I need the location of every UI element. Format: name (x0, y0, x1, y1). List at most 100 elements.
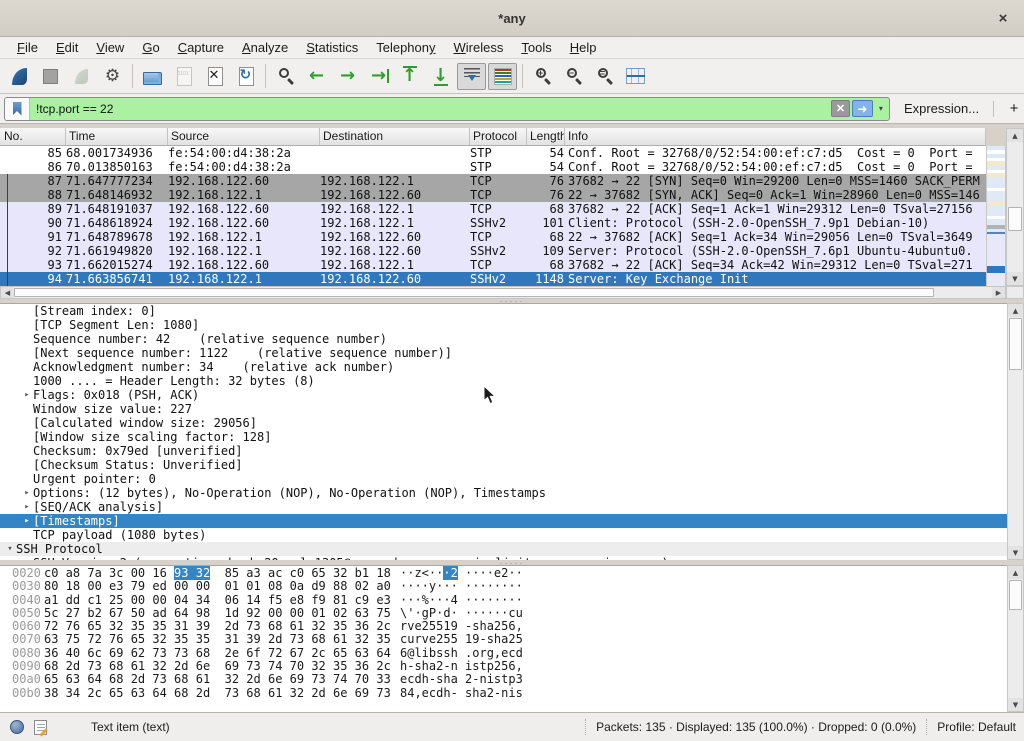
hex-row-0090[interactable]: 009068 2d 73 68 61 32 2d 6e 69 73 74 70 … (0, 660, 1007, 673)
title-bar[interactable]: *any × (0, 0, 1024, 37)
packet-row-86[interactable]: 8670.013850163fe:54:00:d4:38:2aSTP54Conf… (0, 160, 986, 174)
expand-right-icon[interactable]: ▸ (21, 500, 33, 514)
detail-line[interactable]: [Window size scaling factor: 128] (0, 430, 1007, 444)
scroll-down-icon[interactable]: ▼ (1008, 698, 1023, 711)
menu-go[interactable]: Go (133, 38, 168, 57)
first-packet-button[interactable]: ↑ (395, 63, 424, 90)
hex-row-0030[interactable]: 003080 18 00 e3 79 ed 00 00 01 01 08 0a … (0, 580, 1007, 593)
packet-list-vscrollbar[interactable]: ▲ ▼ (1006, 128, 1024, 286)
bytes-vscrollbar[interactable]: ▲ ▼ (1007, 565, 1024, 712)
scroll-down-icon[interactable]: ▼ (1007, 272, 1023, 285)
scroll-up-icon[interactable]: ▲ (1007, 129, 1023, 142)
hex-row-0020[interactable]: 0020c0 a8 7a 3c 00 16 93 32 85 a3 ac c0 … (0, 567, 1007, 580)
last-packet-button[interactable]: ↓ (426, 63, 455, 90)
menu-edit[interactable]: Edit (47, 38, 87, 57)
hex-row-00a0[interactable]: 00a065 63 64 68 2d 73 68 61 32 2d 6e 69 … (0, 673, 1007, 686)
hex-row-00b0[interactable]: 00b038 34 2c 65 63 64 68 2d 73 68 61 32 … (0, 687, 1007, 700)
find-packet-button[interactable] (271, 63, 300, 90)
hex-row-0040[interactable]: 0040a1 dd c1 25 00 00 04 34 06 14 f5 e8 … (0, 594, 1007, 607)
scroll-left-icon[interactable]: ◀ (1, 287, 14, 298)
save-file-button[interactable] (169, 63, 198, 90)
zoom-out-button[interactable]: − (559, 63, 588, 90)
menu-wireless[interactable]: Wireless (445, 38, 513, 57)
open-file-button[interactable] (138, 63, 167, 90)
menu-statistics[interactable]: Statistics (297, 38, 367, 57)
packet-row-94[interactable]: 9471.663856741192.168.122.1192.168.122.6… (0, 272, 986, 286)
close-icon[interactable]: × (994, 9, 1012, 27)
zoom-in-button[interactable]: + (528, 63, 557, 90)
column-header-time[interactable]: Time (66, 128, 168, 145)
packet-row-91[interactable]: 9171.648789678192.168.122.1192.168.122.6… (0, 230, 986, 244)
splitter-handle[interactable]: ····· (500, 562, 525, 564)
expand-right-icon[interactable]: ▸ (21, 514, 33, 528)
go-back-button[interactable]: ← (302, 63, 331, 90)
expand-down-icon[interactable]: ▾ (4, 542, 16, 556)
details-vscrollbar[interactable]: ▲ ▼ (1007, 303, 1024, 560)
expression-button[interactable]: Expression... (904, 101, 979, 116)
detail-line[interactable]: [Stream index: 0] (0, 304, 1007, 318)
column-header-protocol[interactable]: Protocol (470, 128, 527, 145)
display-filter-input[interactable]: !tcp.port == 22 (30, 102, 831, 116)
filter-apply-button[interactable]: ➜ (852, 100, 873, 117)
scrollbar-thumb[interactable] (1008, 207, 1022, 231)
go-forward-button[interactable]: → (333, 63, 362, 90)
detail-line[interactable]: [TCP Segment Len: 1080] (0, 318, 1007, 332)
scroll-down-icon[interactable]: ▼ (1008, 546, 1023, 559)
hex-row-0060[interactable]: 006072 76 65 32 35 35 31 39 2d 73 68 61 … (0, 620, 1007, 633)
filter-bookmark-button[interactable] (5, 98, 30, 120)
detail-line[interactable]: Sequence number: 42 (relative sequence n… (0, 332, 1007, 346)
expand-right-icon[interactable]: ▸ (21, 388, 33, 402)
detail-line[interactable]: Checksum: 0x79ed [unverified] (0, 444, 1007, 458)
intelligent-scrollbar-minimap[interactable] (986, 146, 1006, 286)
filter-clear-button[interactable]: ✕ (831, 100, 850, 117)
detail-line[interactable]: ▸Flags: 0x018 (PSH, ACK) (0, 388, 1007, 402)
detail-line[interactable]: [Checksum Status: Unverified] (0, 458, 1007, 472)
menu-file[interactable]: File (8, 38, 47, 57)
detail-line[interactable]: 1000 .... = Header Length: 32 bytes (8) (0, 374, 1007, 388)
zoom-reset-button[interactable]: = (590, 63, 619, 90)
packet-row-87[interactable]: 8771.647777234192.168.122.60192.168.122.… (0, 174, 986, 188)
column-header-length[interactable]: Length (527, 128, 565, 145)
auto-scroll-button[interactable] (457, 63, 486, 90)
stop-capture-button[interactable] (36, 63, 65, 90)
detail-line[interactable]: ▾SSH Protocol (0, 542, 1007, 556)
restart-capture-button[interactable] (67, 63, 96, 90)
detail-line[interactable]: ▸[Timestamps] (0, 514, 1007, 528)
detail-line[interactable]: Urgent pointer: 0 (0, 472, 1007, 486)
packet-row-92[interactable]: 9271.661949820192.168.122.1192.168.122.6… (0, 244, 986, 258)
packet-row-85[interactable]: 8568.001734936fe:54:00:d4:38:2aSTP54Conf… (0, 146, 986, 160)
expert-info-icon[interactable] (10, 720, 24, 734)
column-header-info[interactable]: Info (565, 128, 986, 145)
colorize-button[interactable] (488, 63, 517, 90)
expand-right-icon[interactable]: ▸ (21, 486, 33, 500)
hex-row-0080[interactable]: 008036 40 6c 69 62 73 73 68 2e 6f 72 67 … (0, 647, 1007, 660)
scrollbar-thumb[interactable] (1009, 318, 1022, 370)
detail-line[interactable]: [Next sequence number: 1122 (relative se… (0, 346, 1007, 360)
menu-analyze[interactable]: Analyze (233, 38, 297, 57)
detail-line[interactable]: ▸Options: (12 bytes), No-Operation (NOP)… (0, 486, 1007, 500)
detail-line[interactable]: Acknowledgment number: 34 (relative ack … (0, 360, 1007, 374)
detail-line[interactable]: ▸[SEQ/ACK analysis] (0, 500, 1007, 514)
splitter-handle[interactable]: ····· (500, 300, 525, 302)
add-filter-button[interactable]: + (1004, 100, 1024, 117)
scroll-right-icon[interactable]: ▶ (992, 287, 1005, 298)
detail-line[interactable]: Window size value: 227 (0, 402, 1007, 416)
column-header-source[interactable]: Source (168, 128, 320, 145)
capture-options-button[interactable] (98, 63, 127, 90)
menu-telephony[interactable]: Telephony (367, 38, 444, 57)
detail-line[interactable]: [Calculated window size: 29056] (0, 416, 1007, 430)
scroll-up-icon[interactable]: ▲ (1008, 304, 1023, 317)
scroll-up-icon[interactable]: ▲ (1008, 566, 1023, 579)
column-header-destination[interactable]: Destination (320, 128, 470, 145)
profile-text[interactable]: Profile: Default (937, 720, 1016, 734)
menu-help[interactable]: Help (561, 38, 606, 57)
scrollbar-thumb[interactable] (1009, 580, 1022, 610)
menu-view[interactable]: View (87, 38, 133, 57)
close-capture-button[interactable] (200, 63, 229, 90)
reload-button[interactable] (231, 63, 260, 90)
go-to-packet-button[interactable]: → (364, 63, 393, 90)
packet-details-pane[interactable]: [Stream index: 0][TCP Segment Len: 1080]… (0, 303, 1007, 560)
display-filter-field[interactable]: !tcp.port == 22 ✕ ➜ ▾ (4, 97, 890, 121)
resize-columns-button[interactable] (621, 63, 650, 90)
menu-capture[interactable]: Capture (169, 38, 233, 57)
